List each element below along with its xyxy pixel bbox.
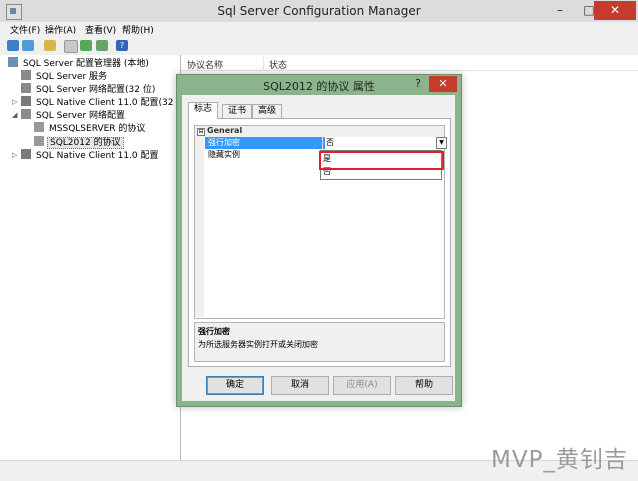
toolbar: ?	[0, 37, 638, 56]
grid-category-general[interactable]: ⊟ General	[195, 126, 444, 137]
minimize-button[interactable]: –	[546, 1, 574, 20]
menu-file[interactable]: 文件(F)	[10, 23, 40, 36]
protocol-icon	[34, 122, 44, 132]
ok-button[interactable]: 确定	[206, 376, 264, 395]
close-window-button[interactable]: ✕	[594, 1, 636, 20]
tree-item-native-client-32[interactable]: SQL Native Client 11.0 配置(32 位)	[21, 96, 191, 108]
help-button[interactable]: 帮助	[395, 376, 453, 395]
protocol-icon	[34, 136, 44, 146]
tree-item-sql2012-protocols[interactable]: SQL2012 的协议	[34, 136, 124, 149]
column-protocol-name[interactable]: 协议名称	[187, 58, 223, 71]
server-config-icon	[8, 57, 18, 67]
menu-view[interactable]: 查看(V)	[85, 23, 116, 36]
property-description: 强行加密 为所选服务器实例打开或关闭加密	[194, 322, 445, 362]
apply-button[interactable]: 应用(A)	[333, 376, 391, 395]
menu-bar: 文件(F) 操作(A) 查看(V) 帮助(H)	[0, 22, 638, 37]
console-tree: SQL Server 配置管理器 (本地) SQL Server 服务 SQL …	[0, 55, 189, 460]
property-value-dropdown[interactable]: 否 ▼	[322, 137, 447, 149]
tree-item-root[interactable]: SQL Server 配置管理器 (本地)	[8, 57, 151, 69]
export-list-icon[interactable]	[96, 40, 108, 51]
tab-certificate[interactable]: 证书	[222, 104, 253, 118]
menu-help[interactable]: 帮助(H)	[122, 23, 154, 36]
annotation-highlight-box	[319, 151, 444, 170]
tree-item-services[interactable]: SQL Server 服务	[21, 70, 109, 82]
watermark: MVP_黄钊吉	[491, 447, 628, 473]
tab-advanced[interactable]: 高级	[252, 104, 283, 118]
expand-arrow-icon[interactable]: ▷	[12, 151, 17, 159]
list-header: 协议名称 状态	[181, 57, 638, 71]
title-bar: Sql Server Configuration Manager – □ ✕	[0, 0, 638, 23]
collapse-arrow-icon[interactable]: ◢	[12, 111, 17, 119]
properties-icon[interactable]	[64, 40, 78, 53]
forward-arrow-icon[interactable]	[22, 40, 34, 51]
client-config-icon	[21, 96, 31, 106]
dialog-close-button[interactable]: ✕	[429, 76, 457, 92]
dialog-help-button[interactable]: ?	[415, 77, 421, 90]
description-text: 为所选服务器实例打开或关闭加密	[198, 340, 318, 349]
chevron-down-icon[interactable]: ▼	[436, 137, 447, 149]
tree-item-network[interactable]: SQL Server 网络配置	[21, 109, 127, 121]
refresh-icon[interactable]	[80, 40, 92, 51]
collapse-icon[interactable]: ⊟	[197, 128, 205, 136]
tab-flags[interactable]: 标志	[188, 102, 219, 119]
service-icon	[21, 70, 31, 80]
grid-gutter	[195, 137, 204, 317]
window-title: Sql Server Configuration Manager	[217, 4, 421, 18]
description-title: 强行加密	[198, 327, 230, 336]
column-status[interactable]: 状态	[269, 58, 287, 71]
network-config-icon	[21, 83, 31, 93]
client-config-icon	[21, 149, 31, 159]
property-name: 强行加密	[205, 137, 325, 149]
cancel-button[interactable]: 取消	[271, 376, 329, 395]
menu-action[interactable]: 操作(A)	[45, 23, 76, 36]
grid-row-force-encryption[interactable]: 强行加密 否 ▼	[195, 137, 447, 149]
tree-item-network-32[interactable]: SQL Server 网络配置(32 位)	[21, 83, 157, 95]
back-arrow-icon[interactable]	[7, 40, 19, 51]
expand-arrow-icon[interactable]: ▷	[12, 98, 17, 106]
dialog-body: 标志 证书 高级 ⊟ General 强行加密 否 ▼ 隐藏实例 强行加密 为所…	[182, 95, 455, 401]
up-folder-icon[interactable]	[44, 40, 56, 51]
help-icon[interactable]: ?	[116, 40, 128, 51]
tree-item-mssqlserver-protocols[interactable]: MSSQLSERVER 的协议	[34, 122, 147, 134]
network-config-icon	[21, 109, 31, 119]
column-divider[interactable]	[263, 57, 264, 70]
tree-item-native-client[interactable]: SQL Native Client 11.0 配置	[21, 149, 161, 161]
property-name: 隐藏实例	[208, 150, 240, 159]
properties-dialog: SQL2012 的协议 属性 ? ✕ 标志 证书 高级 ⊟ General 强行…	[176, 74, 462, 407]
